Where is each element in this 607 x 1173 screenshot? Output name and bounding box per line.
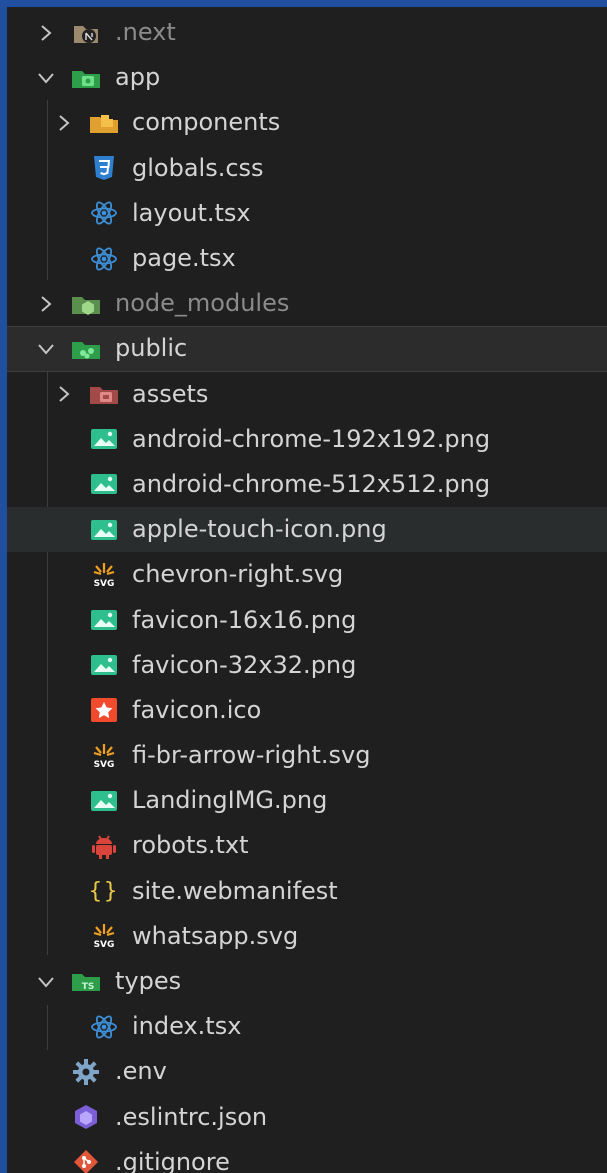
tree-item-favicon-16[interactable]: favicon-16x16.png <box>7 597 607 642</box>
image-file-icon <box>89 786 119 816</box>
svg-file-icon: SVG <box>89 921 119 951</box>
image-file-icon <box>89 469 119 499</box>
svg-text:TS: TS <box>82 982 95 992</box>
tree-item-assets-folder[interactable]: assets <box>7 372 607 417</box>
svg-file-icon: SVG <box>89 560 119 590</box>
chevron-right-icon[interactable] <box>35 293 57 315</box>
tree-item-label: .gitignore <box>115 1147 230 1173</box>
tree-item-label: android-chrome-192x192.png <box>132 424 491 453</box>
robots-file-icon <box>89 831 119 861</box>
tree-item-label: whatsapp.svg <box>132 921 299 950</box>
tree-item-label: index.tsx <box>132 1012 242 1041</box>
tree-item-label: favicon-32x32.png <box>132 650 357 679</box>
tree-item-next-folder[interactable]: .next <box>7 10 607 55</box>
tree-item-label: page.tsx <box>132 244 236 273</box>
svg-text:SVG: SVG <box>94 760 115 770</box>
tree-item-label: site.webmanifest <box>132 876 338 905</box>
image-file-icon <box>89 605 119 635</box>
react-file-icon <box>89 244 119 274</box>
app-folder-icon <box>71 63 101 93</box>
tree-item-label: app <box>115 63 161 92</box>
react-file-icon <box>89 198 119 228</box>
components-folder-icon <box>89 108 119 138</box>
tree-item-favicon-ico[interactable]: favicon.ico <box>7 688 607 733</box>
tree-item-label: .env <box>115 1057 167 1086</box>
tree-item-site-webmanifest[interactable]: {} site.webmanifest <box>7 869 607 914</box>
react-file-icon <box>89 1012 119 1042</box>
tree-item-whatsapp-svg[interactable]: SVG whatsapp.svg <box>7 914 607 959</box>
panel-border-top <box>0 0 607 7</box>
tree-item-types-folder[interactable]: TS types <box>7 959 607 1004</box>
assets-folder-icon <box>89 379 119 409</box>
tree-item-label: apple-touch-icon.png <box>132 515 387 544</box>
git-file-icon <box>71 1147 101 1173</box>
tree-item-label: fi-br-arrow-right.svg <box>132 741 371 770</box>
tree-item-label: types <box>115 967 182 996</box>
chevron-down-icon[interactable] <box>35 338 57 360</box>
chevron-right-icon[interactable] <box>35 22 57 44</box>
node-modules-folder-icon <box>71 289 101 319</box>
tree-item-label: chevron-right.svg <box>132 560 344 589</box>
tree-item-env[interactable]: .env <box>7 1049 607 1094</box>
tree-item-chevron-right-svg[interactable]: SVG chevron-right.svg <box>7 552 607 597</box>
tree-item-eslintrc[interactable]: .eslintrc.json <box>7 1095 607 1140</box>
tree-item-label: .eslintrc.json <box>115 1102 268 1131</box>
tree-item-globals-css[interactable]: globals.css <box>7 146 607 191</box>
tree-item-label: android-chrome-512x512.png <box>132 469 491 498</box>
tree-item-label: node_modules <box>115 289 290 318</box>
image-file-icon <box>89 650 119 680</box>
tree-item-label: globals.css <box>132 153 264 182</box>
tree-item-label: robots.txt <box>132 831 249 860</box>
tree-item-components-folder[interactable]: components <box>7 100 607 145</box>
svg-text:SVG: SVG <box>94 579 115 589</box>
tree-item-index-tsx[interactable]: index.tsx <box>7 1004 607 1049</box>
chevron-right-icon[interactable] <box>53 112 75 134</box>
public-folder-icon <box>71 334 101 364</box>
favicon-file-icon <box>89 695 119 725</box>
tree-item-landingimg[interactable]: LandingIMG.png <box>7 778 607 823</box>
tree-item-label: public <box>115 334 188 363</box>
chevron-right-icon[interactable] <box>53 383 75 405</box>
types-folder-icon: TS <box>71 967 101 997</box>
tree-item-public-folder[interactable]: public <box>7 326 607 372</box>
tree-item-robots-txt[interactable]: robots.txt <box>7 823 607 868</box>
tree-item-label: assets <box>132 379 209 408</box>
panel-border-left <box>0 0 7 1173</box>
eslint-file-icon <box>71 1102 101 1132</box>
tree-item-android-chrome-192[interactable]: android-chrome-192x192.png <box>7 417 607 462</box>
chevron-down-icon[interactable] <box>35 971 57 993</box>
tree-item-app-folder[interactable]: app <box>7 55 607 100</box>
tree-item-label: favicon.ico <box>132 695 262 724</box>
gear-icon <box>71 1057 101 1087</box>
svg-file-icon: SVG <box>89 741 119 771</box>
tree-item-fi-br-arrow-right-svg[interactable]: SVG fi-br-arrow-right.svg <box>7 733 607 778</box>
tree-item-label: favicon-16x16.png <box>132 605 357 634</box>
css-file-icon <box>89 153 119 183</box>
image-file-icon <box>89 515 119 545</box>
file-tree: .next app components globals.css layout.… <box>7 10 607 1173</box>
tree-item-layout-tsx[interactable]: layout.tsx <box>7 191 607 236</box>
tree-item-apple-touch-icon[interactable]: apple-touch-icon.png <box>7 507 607 553</box>
tree-item-gitignore[interactable]: .gitignore <box>7 1140 607 1173</box>
tree-item-node-modules-folder[interactable]: node_modules <box>7 281 607 326</box>
image-file-icon <box>89 424 119 454</box>
tree-item-label: LandingIMG.png <box>132 786 328 815</box>
tree-item-label: .next <box>115 18 176 47</box>
json-braces-icon: {} <box>88 878 120 904</box>
svg-text:SVG: SVG <box>94 940 115 950</box>
next-folder-icon <box>71 18 101 48</box>
tree-item-page-tsx[interactable]: page.tsx <box>7 236 607 281</box>
tree-item-label: components <box>132 108 281 137</box>
tree-item-favicon-32[interactable]: favicon-32x32.png <box>7 643 607 688</box>
explorer-panel: .next app components globals.css layout.… <box>0 0 607 1173</box>
tree-item-android-chrome-512[interactable]: android-chrome-512x512.png <box>7 462 607 507</box>
tree-item-label: layout.tsx <box>132 198 251 227</box>
chevron-down-icon[interactable] <box>35 67 57 89</box>
